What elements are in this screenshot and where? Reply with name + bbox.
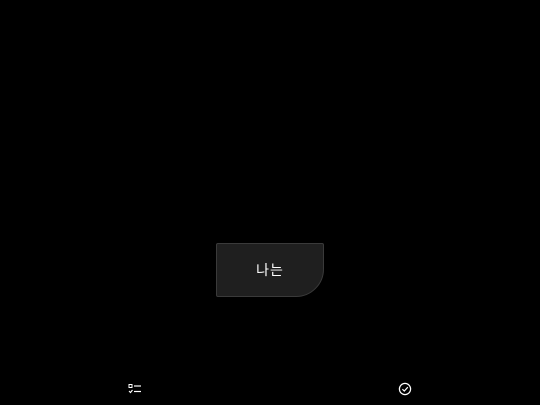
check-circle-icon[interactable] [397,381,413,397]
bottom-toolbar [0,379,540,405]
checklist-icon[interactable] [127,381,143,397]
screen: 나는 [0,0,540,405]
word-tile-label: 나는 [256,263,284,279]
word-tile[interactable]: 나는 [216,243,324,297]
